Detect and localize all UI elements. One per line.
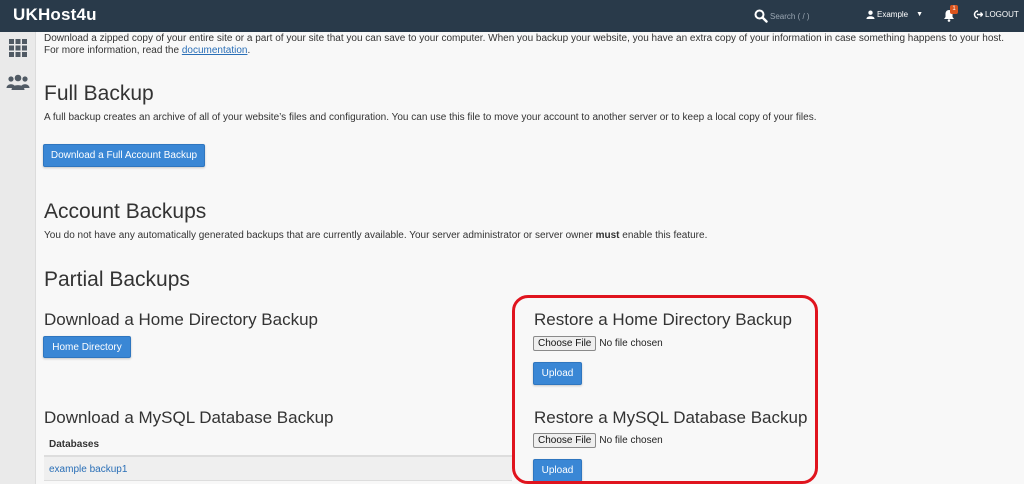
full-backup-description: A full backup creates an archive of all … bbox=[44, 112, 817, 123]
restore-home-title: Restore a Home Directory Backup bbox=[534, 310, 792, 329]
user-label: Example bbox=[877, 10, 909, 19]
top-navbar: UKHost4u Example ▼ 1 LOGOUT bbox=[0, 0, 1024, 32]
databases-table: Databases example backup1 bbox=[44, 431, 512, 481]
choose-file-button[interactable]: Choose File bbox=[533, 336, 597, 351]
download-full-backup-button[interactable]: Download a Full Account Backup bbox=[43, 144, 205, 167]
intro-suffix: . bbox=[247, 45, 251, 56]
choose-file-button[interactable]: Choose File bbox=[533, 433, 597, 448]
account-backups-suffix: enable this feature. bbox=[619, 230, 708, 241]
partial-backups-title: Partial Backups bbox=[44, 268, 190, 291]
databases-header: Databases bbox=[44, 431, 512, 457]
account-backups-title: Account Backups bbox=[44, 200, 207, 223]
home-dir-download-title: Download a Home Directory Backup bbox=[44, 310, 319, 329]
chevron-down-icon: ▼ bbox=[916, 11, 924, 18]
notification-badge: 1 bbox=[950, 5, 958, 14]
users-icon[interactable] bbox=[6, 73, 30, 91]
file-status: No file chosen bbox=[599, 338, 663, 349]
restore-home-file-input[interactable]: Choose File No file chosen bbox=[533, 336, 663, 351]
database-row-link[interactable]: example backup1 bbox=[44, 457, 512, 481]
restore-mysql-file-input[interactable]: Choose File No file chosen bbox=[533, 433, 663, 448]
restore-mysql-title: Restore a MySQL Database Backup bbox=[534, 408, 808, 427]
user-icon bbox=[866, 10, 875, 19]
account-backups-description: You do not have any automatically genera… bbox=[44, 230, 707, 241]
home-directory-button[interactable]: Home Directory bbox=[43, 336, 131, 358]
logout-button[interactable]: LOGOUT bbox=[973, 10, 1019, 19]
user-menu[interactable]: Example ▼ bbox=[866, 10, 923, 19]
full-backup-title: Full Backup bbox=[44, 82, 154, 105]
search-icon[interactable] bbox=[754, 9, 768, 23]
file-status: No file chosen bbox=[599, 435, 663, 446]
logout-label: LOGOUT bbox=[985, 10, 1019, 19]
upload-home-button[interactable]: Upload bbox=[533, 362, 582, 385]
grid-icon[interactable] bbox=[8, 39, 28, 57]
main-content: Download a zipped copy of your entire si… bbox=[36, 32, 1024, 484]
mysql-download-title: Download a MySQL Database Backup bbox=[44, 408, 334, 427]
upload-mysql-button[interactable]: Upload bbox=[533, 459, 582, 482]
brand-logo[interactable]: UKHost4u bbox=[13, 5, 97, 25]
account-backups-text: You do not have any automatically genera… bbox=[44, 230, 596, 241]
account-backups-bold: must bbox=[595, 230, 620, 241]
intro-text: Download a zipped copy of your entire si… bbox=[44, 33, 1004, 57]
search-input[interactable] bbox=[770, 8, 850, 24]
sidebar bbox=[0, 32, 36, 484]
documentation-link[interactable]: documentation bbox=[182, 45, 248, 56]
logout-icon bbox=[973, 10, 983, 19]
